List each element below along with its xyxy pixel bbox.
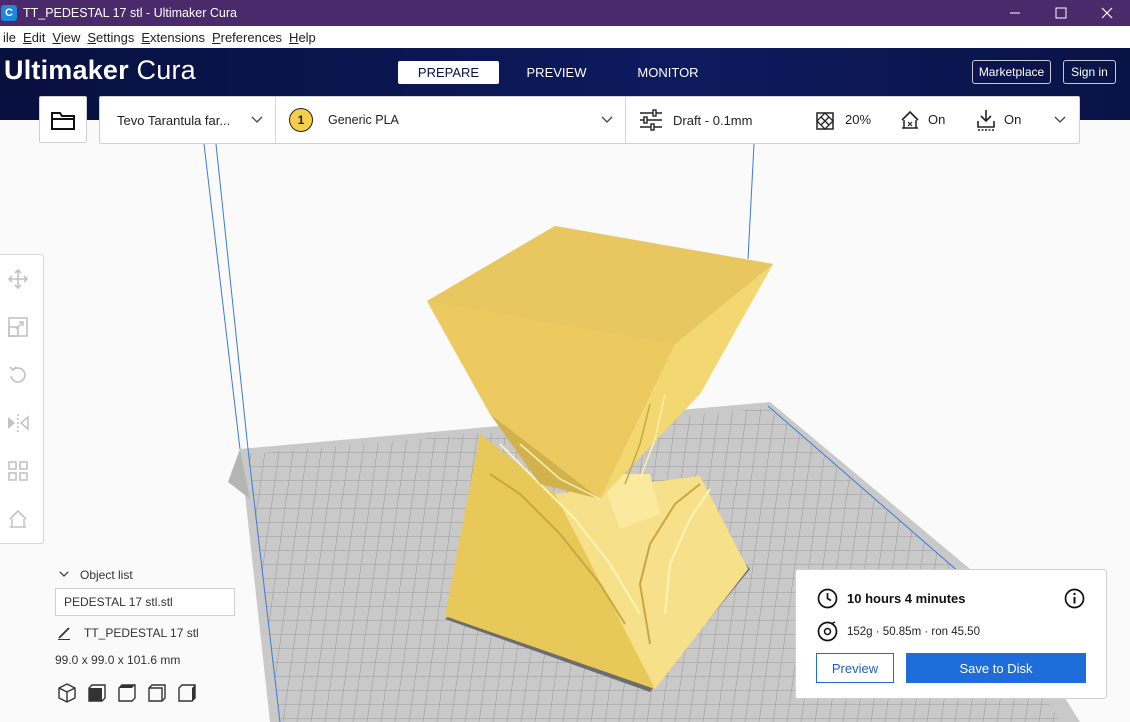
menu-edit[interactable]: Edit [20,30,48,45]
view-right-button[interactable] [177,682,207,704]
menu-view[interactable]: View [49,30,83,45]
tab-preview[interactable]: PREVIEW [499,61,614,84]
view-top-button[interactable] [117,682,147,704]
print-time-row: 10 hours 4 minutes [817,588,965,609]
view-3d-button[interactable] [57,682,87,704]
adhesion-icon [977,110,995,131]
material-usage: 152g · 50.85m · ron 45.50 [847,625,980,638]
volume-edge-right [747,144,755,260]
profile-name: Draft - 0.1mm [673,112,753,128]
preview-button[interactable]: Preview [816,653,894,683]
support-icon [901,110,919,129]
object-list-panel: Object list PEDESTAL 17 stl.stl TT_PEDES… [55,568,245,703]
window-controls [992,0,1130,26]
chevron-down-icon [59,571,69,577]
cube-left-icon [148,684,166,702]
filament-spool-icon [817,621,838,642]
object-name-row[interactable]: TT_PEDESTAL 17 stl [55,626,199,640]
mirror-icon [8,414,29,432]
print-info-button[interactable] [1064,588,1085,612]
camera-view-buttons [57,682,207,704]
tab-monitor[interactable]: MONITOR [614,61,722,84]
close-window-button[interactable] [1084,0,1130,26]
sign-in-button[interactable]: Sign in [1063,60,1116,84]
window-titlebar: C TT_PEDESTAL 17 stl - Ultimaker Cura [0,0,1130,26]
scale-tool-button[interactable] [6,315,30,339]
print-summary-panel: 10 hours 4 minutes 152g · 50.85m · ron 4… [795,569,1107,699]
infill-value: 20% [845,112,872,127]
print-setup-toolbar: Tevo Tarantula far... 1 Generic PLA Draf… [99,96,1080,144]
adhesion-value: On [1004,112,1022,127]
per-model-settings-button[interactable] [6,459,30,483]
rotate-icon [9,366,26,383]
cura-app: C TT_PEDESTAL 17 stl - Ultimaker Cura il… [0,0,1130,722]
material-name: Generic PLA [328,113,399,127]
cube-top-icon [118,684,136,702]
per-model-settings-icon [8,461,28,481]
volume-edge-left [203,144,241,450]
object-list-title: Object list [80,568,133,582]
move-icon [8,269,28,289]
object-name: TT_PEDESTAL 17 stl [84,626,199,640]
cura-logo-icon: C [1,5,17,21]
object-dimensions: 99.0 x 99.0 x 101.6 mm [55,653,181,667]
print-settings-selector[interactable]: Draft - 0.1mm 20% On On [626,97,1079,143]
menu-preferences[interactable]: Preferences [209,30,285,45]
brand-logo: Ultimaker Cura [4,55,196,85]
volume-edge-left-inner [215,144,249,450]
cube-3d-icon [58,683,76,703]
folder-icon [51,111,75,130]
window-title: TT_PEDESTAL 17 stl - Ultimaker Cura [23,6,237,20]
minimize-button[interactable] [992,0,1038,26]
settings-sliders-icon [640,109,662,131]
move-tool-button[interactable] [6,267,30,291]
chevron-down-icon [1054,116,1066,123]
infill-icon [816,112,834,130]
rotate-tool-button[interactable] [6,363,30,387]
open-file-button[interactable] [39,96,87,143]
transform-tools-panel [0,254,44,544]
printer-name: Tevo Tarantula far... [117,112,231,128]
object-list-item[interactable]: PEDESTAL 17 stl.stl [55,588,235,616]
chevron-down-icon [601,116,613,123]
menu-bar: ile Edit View Settings Extensions Prefer… [0,26,1130,48]
support-blocker-icon [9,509,27,528]
pencil-icon [58,627,70,640]
minimize-icon [1010,12,1020,14]
support-blocker-button[interactable] [6,507,30,531]
maximize-button[interactable] [1038,0,1084,26]
material-usage-row: 152g · 50.85m · ron 45.50 [817,621,980,642]
tab-prepare[interactable]: PREPARE [398,61,499,84]
menu-file[interactable]: ile [0,30,19,45]
menu-extensions[interactable]: Extensions [138,30,208,45]
clock-icon [817,588,838,609]
info-icon [1064,588,1085,609]
print-time: 10 hours 4 minutes [847,591,966,606]
stage-tabs: PREPARE PREVIEW MONITOR [398,61,722,84]
object-list-toggle[interactable]: Object list [55,568,245,582]
menu-settings[interactable]: Settings [84,30,137,45]
marketplace-button[interactable]: Marketplace [972,60,1051,84]
support-value: On [928,112,946,127]
printer-selector[interactable]: Tevo Tarantula far... [100,97,274,143]
material-selector[interactable]: 1 Generic PLA [276,97,625,143]
menu-help[interactable]: Help [286,30,319,45]
close-icon [1101,7,1113,19]
view-front-button[interactable] [87,682,117,704]
scale-icon [8,317,28,337]
view-left-button[interactable] [147,682,177,704]
save-to-disk-button[interactable]: Save to Disk [906,653,1086,683]
cube-right-icon [178,684,196,702]
maximize-icon [1055,7,1067,19]
extruder-badge: 1 [289,108,313,132]
cube-front-icon [88,684,106,702]
chevron-down-icon [251,116,263,123]
mirror-tool-button[interactable] [6,411,30,435]
